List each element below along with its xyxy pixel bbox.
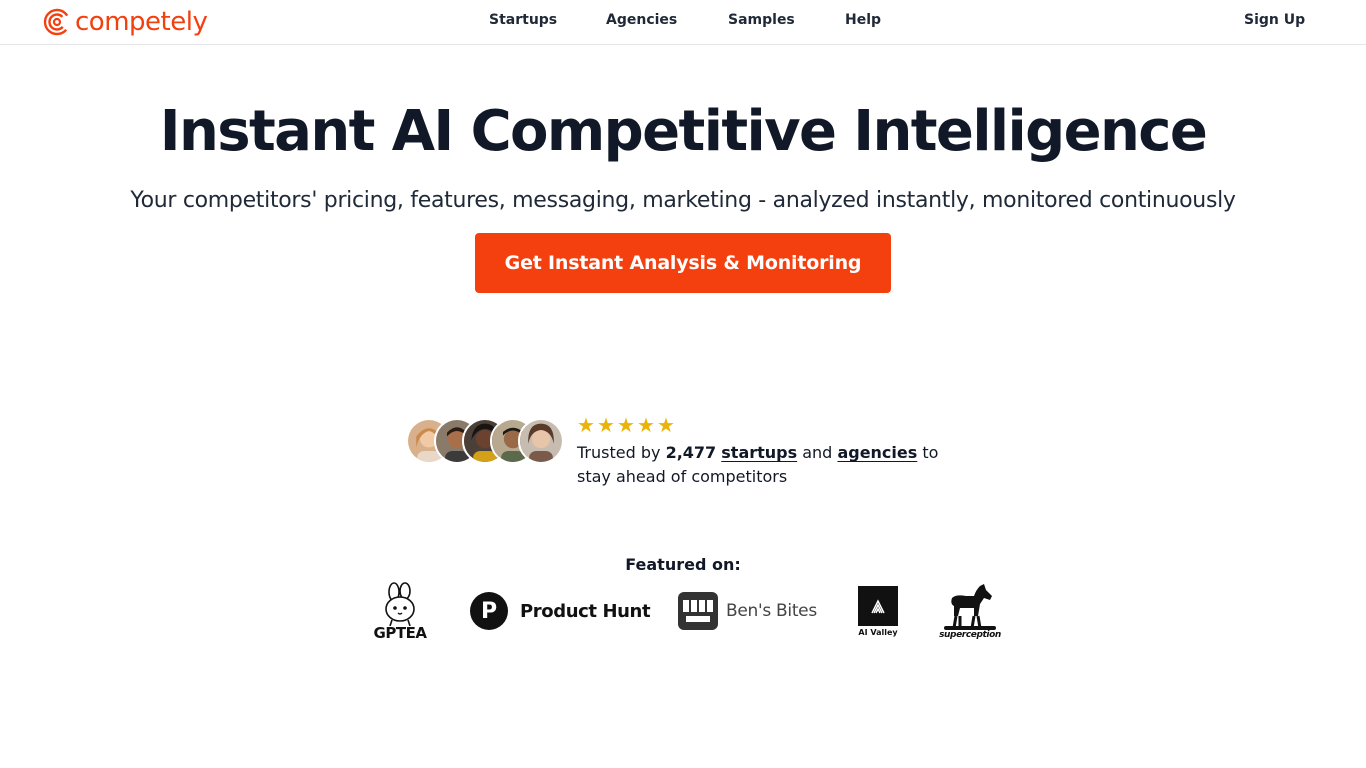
gptea-bunny-icon — [385, 582, 415, 626]
rating-stars: ★ ★ ★ ★ ★ — [577, 416, 677, 436]
get-analysis-button[interactable]: Get Instant Analysis & Monitoring — [475, 233, 891, 293]
star-icon: ★ — [637, 415, 655, 437]
superception-logo[interactable]: superception — [939, 582, 1001, 642]
customer-count: 2,477 — [665, 443, 717, 462]
star-icon: ★ — [617, 415, 635, 437]
sign-up-link[interactable]: Sign Up — [1244, 12, 1305, 28]
horse-icon — [944, 584, 996, 630]
nav-samples-link[interactable]: Samples — [728, 12, 795, 28]
ai-valley-icon — [858, 586, 898, 626]
avatar — [518, 418, 564, 464]
hero-title: Instant AI Competitive Intelligence — [159, 99, 1208, 164]
trust-statement: Trusted by 2,477 startups and agencies t… — [577, 441, 977, 489]
star-icon: ★ — [597, 415, 615, 437]
star-icon: ★ — [657, 415, 675, 437]
agencies-link[interactable]: agencies — [837, 443, 917, 462]
competely-logo[interactable]: competely — [43, 6, 208, 38]
hero-subtitle: Your competitors' pricing, features, mes… — [130, 188, 1236, 213]
gptea-logo[interactable]: GPTEA — [368, 582, 432, 642]
ai-valley-label: AI Valley — [858, 628, 898, 637]
startups-link[interactable]: startups — [721, 443, 797, 462]
trust-and: and — [802, 443, 833, 462]
bens-bites-label: Ben's Bites — [726, 601, 817, 621]
brand-name: competely — [75, 7, 208, 37]
star-icon: ★ — [577, 415, 595, 437]
bens-bites-logo[interactable]: Ben's Bites — [678, 592, 817, 630]
superception-label: superception — [939, 630, 1001, 640]
bens-bites-icon — [678, 592, 718, 630]
ai-valley-logo[interactable]: AI Valley — [857, 586, 899, 638]
featured-label: Featured on: — [625, 555, 741, 574]
nav-agencies-link[interactable]: Agencies — [606, 12, 677, 28]
nav-startups-link[interactable]: Startups — [489, 12, 557, 28]
product-hunt-logo[interactable]: P Product Hunt — [470, 592, 651, 630]
product-hunt-icon: P — [470, 592, 508, 630]
competely-logo-icon — [43, 8, 71, 36]
nav-help-link[interactable]: Help — [845, 12, 881, 28]
gptea-label: GPTEA — [373, 624, 427, 642]
trust-prefix: Trusted by — [577, 443, 661, 462]
product-hunt-label: Product Hunt — [520, 600, 651, 622]
customer-avatars — [406, 418, 566, 464]
site-header: competely Startups Agencies Samples Help… — [0, 0, 1366, 45]
